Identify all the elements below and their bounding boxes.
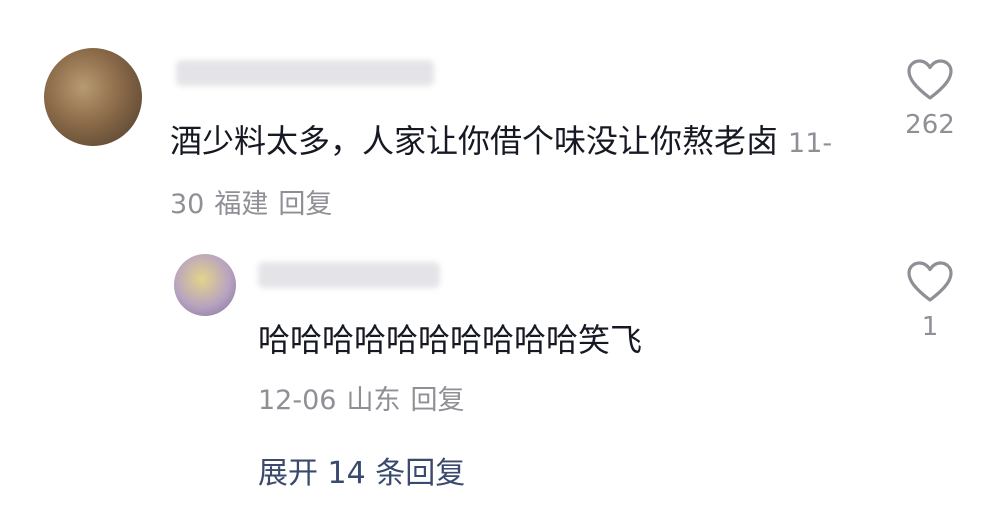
replier-name-blurred[interactable] bbox=[258, 262, 440, 288]
main-comment-like[interactable]: 262 bbox=[890, 58, 970, 140]
replier-avatar[interactable] bbox=[174, 254, 236, 316]
main-comment-like-count: 262 bbox=[905, 110, 955, 140]
commenter-name-blurred[interactable] bbox=[176, 60, 434, 86]
main-comment-body: 酒少料太多，人家让你借个味没让你熬老卤 11-30 福建 回复 bbox=[170, 112, 870, 234]
commenter-avatar[interactable] bbox=[44, 48, 142, 146]
heart-outline-icon[interactable] bbox=[906, 58, 954, 102]
reply-comment-text: 哈哈哈哈哈哈哈哈哈哈笑飞 bbox=[258, 321, 643, 359]
main-comment-location: 福建 bbox=[214, 189, 269, 220]
reply-comment-reply-button[interactable]: 回复 bbox=[410, 385, 464, 416]
reply-comment-like-count: 1 bbox=[921, 312, 939, 342]
heart-outline-icon[interactable] bbox=[906, 260, 954, 304]
main-comment-text: 酒少料太多，人家让你借个味没让你熬老卤 bbox=[170, 122, 779, 160]
reply-comment-location: 山东 bbox=[346, 385, 401, 416]
reply-comment-like[interactable]: 1 bbox=[890, 260, 970, 342]
reply-comment-meta: 12-06 山东 回复 bbox=[258, 378, 474, 417]
expand-replies-button[interactable]: 展开 14 条回复 bbox=[258, 448, 465, 492]
reply-comment-date: 12-06 bbox=[258, 385, 337, 416]
main-comment-reply-button[interactable]: 回复 bbox=[278, 189, 332, 220]
